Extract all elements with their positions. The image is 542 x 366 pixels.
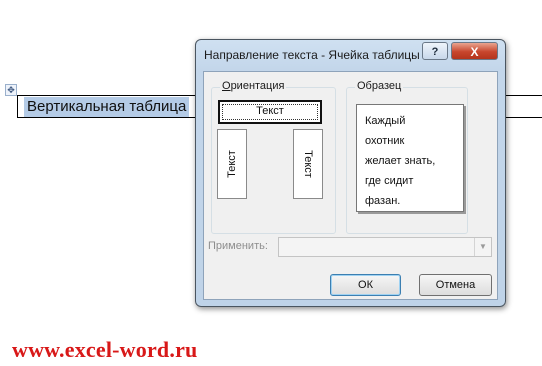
table-bottom-border-right [505,117,542,118]
chevron-down-icon: ▼ [474,238,491,256]
cancel-button[interactable]: Отмена [419,274,492,296]
focus-rectangle [222,104,318,120]
dialog-titlebar[interactable]: Направление текста - Ячейка таблицы ? X [196,40,505,70]
table-move-handle-icon[interactable]: ✥ [5,84,17,96]
close-button[interactable]: X [451,42,498,60]
table-top-border-right [505,95,542,96]
dialog-client-area: Ориентация Текст Текст Текст Образец Каж… [203,71,498,300]
table-top-border [17,95,197,96]
sample-group-label: Образец [355,80,404,92]
text-direction-dialog: Направление текста - Ячейка таблицы ? X … [195,39,506,307]
sample-line: где сидит [365,175,414,187]
orientation-vertical-up-label: Текст [226,150,238,178]
help-button[interactable]: ? [422,42,448,60]
table-left-border [17,95,18,118]
orientation-vertical-down-option[interactable]: Текст [293,129,323,199]
apply-to-select: ▼ [278,237,492,257]
site-watermark: www.excel-word.ru [12,337,198,362]
table-bottom-border [17,117,197,118]
table-cell-text[interactable]: Вертикальная таблица [24,97,190,117]
apply-to-label: Применить: [208,240,268,252]
orientation-horizontal-option[interactable]: Текст [218,100,322,124]
sample-line: желает знать, [365,155,436,167]
orientation-group-label: Ориентация [220,80,287,92]
sample-line: фазан. [365,195,401,207]
sample-line: Каждый [365,115,406,127]
dialog-title: Направление текста - Ячейка таблицы [204,48,420,62]
orientation-vertical-up-option[interactable]: Текст [217,129,247,199]
orientation-vertical-down-label: Текст [302,150,314,178]
ok-button[interactable]: ОК [330,274,401,296]
sample-preview: Каждый охотник желает знать, где сидит ф… [356,104,464,212]
sample-line: охотник [365,135,405,147]
